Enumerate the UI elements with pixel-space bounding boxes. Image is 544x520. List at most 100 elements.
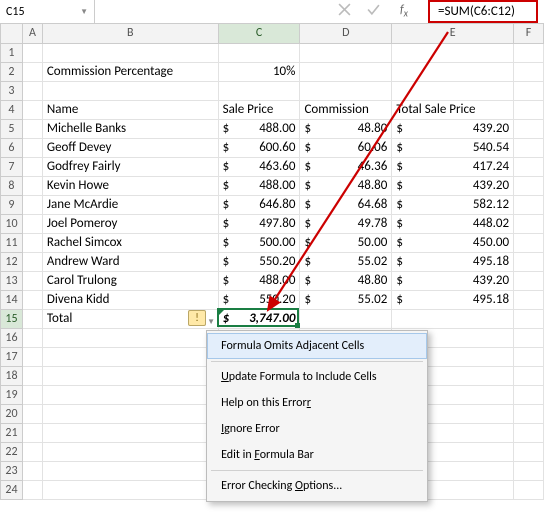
cell-E15[interactable] bbox=[392, 309, 514, 328]
row-header-19[interactable]: 19 bbox=[1, 385, 23, 404]
cell-E6[interactable]: $540.54 bbox=[392, 138, 514, 157]
row-header-15[interactable]: 15 bbox=[1, 309, 23, 328]
cell-F3[interactable] bbox=[514, 81, 544, 100]
cell-A21[interactable] bbox=[22, 423, 42, 442]
cell-F19[interactable] bbox=[514, 385, 544, 404]
cell-E9[interactable]: $582.12 bbox=[392, 195, 514, 214]
cell-A13[interactable] bbox=[22, 271, 42, 290]
cell-F4[interactable] bbox=[514, 100, 544, 119]
row-header-4[interactable]: 4 bbox=[1, 100, 23, 119]
cell-A2[interactable] bbox=[22, 62, 42, 81]
cell-E2[interactable] bbox=[392, 62, 514, 81]
cell-A18[interactable] bbox=[22, 366, 42, 385]
cell-F7[interactable] bbox=[514, 157, 544, 176]
cell-C10[interactable]: $497.80 bbox=[218, 214, 300, 233]
fx-icon[interactable]: fx bbox=[400, 3, 408, 19]
cell-A16[interactable] bbox=[22, 328, 42, 347]
cell-A6[interactable] bbox=[22, 138, 42, 157]
cell-B1[interactable] bbox=[42, 43, 218, 62]
col-header-E[interactable]: E bbox=[392, 24, 514, 43]
cell-F21[interactable] bbox=[514, 423, 544, 442]
cell-F20[interactable] bbox=[514, 404, 544, 423]
cell-C11[interactable]: $500.00 bbox=[218, 233, 300, 252]
menu-update-formula[interactable]: Update Formula to Include Cells bbox=[207, 364, 427, 390]
cell-D3[interactable] bbox=[300, 81, 392, 100]
cell-F15[interactable] bbox=[514, 309, 544, 328]
cell-F13[interactable] bbox=[514, 271, 544, 290]
row-header-22[interactable]: 22 bbox=[1, 442, 23, 461]
cell-C15[interactable]: $ 3,747.00 bbox=[218, 309, 300, 328]
row-header-17[interactable]: 17 bbox=[1, 347, 23, 366]
menu-error-options[interactable]: Error Checking Options... bbox=[207, 473, 427, 499]
cell-A11[interactable] bbox=[22, 233, 42, 252]
cell-C9[interactable]: $646.80 bbox=[218, 195, 300, 214]
row-header-2[interactable]: 2 bbox=[1, 62, 23, 81]
cell-B19[interactable] bbox=[42, 385, 218, 404]
cell-B22[interactable] bbox=[42, 442, 218, 461]
cell-A24[interactable] bbox=[22, 480, 42, 499]
cell-C12[interactable]: $550.20 bbox=[218, 252, 300, 271]
col-header-B[interactable]: B bbox=[42, 24, 218, 43]
cell-B5[interactable]: Michelle Banks bbox=[42, 119, 218, 138]
cell-A7[interactable] bbox=[22, 157, 42, 176]
col-header-D[interactable]: D bbox=[300, 24, 392, 43]
cell-B16[interactable] bbox=[42, 328, 218, 347]
cell-F9[interactable] bbox=[514, 195, 544, 214]
cell-C7[interactable]: $463.60 bbox=[218, 157, 300, 176]
row-header-20[interactable]: 20 bbox=[1, 404, 23, 423]
cell-E11[interactable]: $450.00 bbox=[392, 233, 514, 252]
cell-A22[interactable] bbox=[22, 442, 42, 461]
row-header-11[interactable]: 11 bbox=[1, 233, 23, 252]
cell-B14[interactable]: Divena Kidd bbox=[42, 290, 218, 309]
row-header-3[interactable]: 3 bbox=[1, 81, 23, 100]
cell-D10[interactable]: $49.78 bbox=[300, 214, 392, 233]
cell-F22[interactable] bbox=[514, 442, 544, 461]
cell-B12[interactable]: Andrew Ward bbox=[42, 252, 218, 271]
row-header-6[interactable]: 6 bbox=[1, 138, 23, 157]
cell-A3[interactable] bbox=[22, 81, 42, 100]
cell-E7[interactable]: $417.24 bbox=[392, 157, 514, 176]
cell-A5[interactable] bbox=[22, 119, 42, 138]
name-box[interactable]: C15 ▼ bbox=[0, 0, 95, 23]
cell-E4[interactable]: Total Sale Price bbox=[392, 100, 514, 119]
row-header-5[interactable]: 5 bbox=[1, 119, 23, 138]
chevron-down-icon[interactable]: ▼ bbox=[207, 315, 215, 329]
cell-C4[interactable]: Sale Price bbox=[218, 100, 300, 119]
cell-F18[interactable] bbox=[514, 366, 544, 385]
row-header-18[interactable]: 18 bbox=[1, 366, 23, 385]
cell-A14[interactable] bbox=[22, 290, 42, 309]
cell-D8[interactable]: $48.80 bbox=[300, 176, 392, 195]
cell-D4[interactable]: Commission bbox=[300, 100, 392, 119]
cell-D15[interactable] bbox=[300, 309, 392, 328]
row-header-16[interactable]: 16 bbox=[1, 328, 23, 347]
cell-F23[interactable] bbox=[514, 461, 544, 480]
chevron-down-icon[interactable]: ▼ bbox=[80, 7, 88, 17]
cell-D7[interactable]: $46.36 bbox=[300, 157, 392, 176]
row-header-14[interactable]: 14 bbox=[1, 290, 23, 309]
row-header-9[interactable]: 9 bbox=[1, 195, 23, 214]
formula-input[interactable]: =SUM(C6:C12) bbox=[428, 0, 538, 23]
confirm-icon[interactable] bbox=[367, 3, 380, 20]
cell-A15[interactable] bbox=[22, 309, 42, 328]
row-header-8[interactable]: 8 bbox=[1, 176, 23, 195]
cell-C13[interactable]: $488.00 bbox=[218, 271, 300, 290]
cell-F1[interactable] bbox=[514, 43, 544, 62]
cell-A9[interactable] bbox=[22, 195, 42, 214]
cell-B8[interactable]: Kevin Howe bbox=[42, 176, 218, 195]
cell-F14[interactable] bbox=[514, 290, 544, 309]
cell-B2[interactable]: Commission Percentage bbox=[42, 62, 218, 81]
menu-ignore-error[interactable]: Ignore Error bbox=[207, 416, 427, 442]
row-header-23[interactable]: 23 bbox=[1, 461, 23, 480]
cell-F11[interactable] bbox=[514, 233, 544, 252]
cell-B17[interactable] bbox=[42, 347, 218, 366]
cell-B24[interactable] bbox=[42, 480, 218, 499]
cell-B21[interactable] bbox=[42, 423, 218, 442]
cell-A19[interactable] bbox=[22, 385, 42, 404]
cell-F5[interactable] bbox=[514, 119, 544, 138]
cell-C2[interactable]: 10% bbox=[218, 62, 300, 81]
cell-B10[interactable]: Joel Pomeroy bbox=[42, 214, 218, 233]
cell-B4[interactable]: Name bbox=[42, 100, 218, 119]
cell-C8[interactable]: $488.00 bbox=[218, 176, 300, 195]
cell-A10[interactable] bbox=[22, 214, 42, 233]
error-smart-tag[interactable]: !▼ bbox=[188, 310, 206, 326]
